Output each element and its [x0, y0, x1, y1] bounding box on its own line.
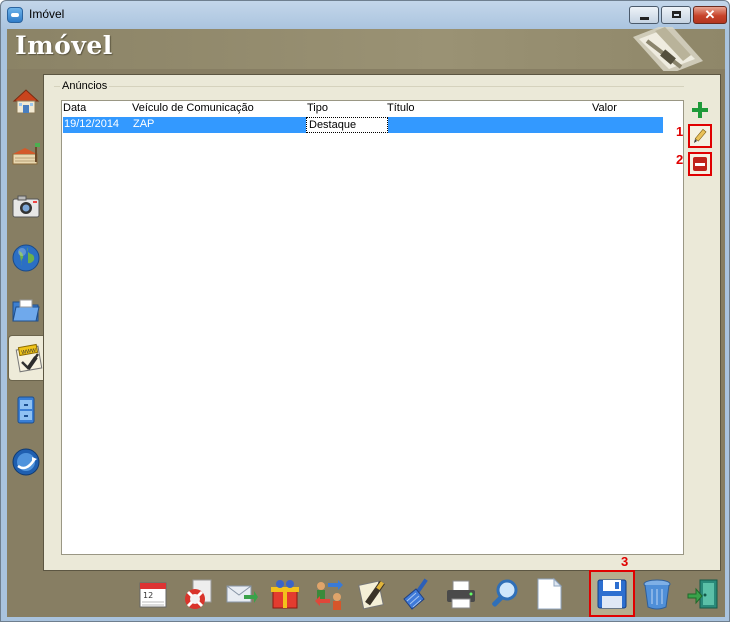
globe-arrow-icon — [12, 448, 40, 476]
remove-anuncio-button[interactable] — [688, 152, 712, 176]
search-button[interactable] — [487, 575, 523, 613]
delete-button[interactable] — [639, 575, 675, 613]
annotation-marker-2: 2 — [676, 152, 684, 167]
new-document-icon — [537, 577, 563, 610]
annotation-marker-1: 1 — [676, 124, 684, 139]
ruler-pencil-logo-icon — [633, 27, 703, 71]
sidebar-item-cabinet[interactable] — [8, 387, 44, 433]
land-sale-icon — [12, 143, 40, 165]
printer-icon — [447, 580, 475, 609]
maximize-button[interactable] — [661, 6, 691, 24]
calendar-day-label: 12 — [143, 591, 153, 600]
close-icon: ✕ — [704, 7, 716, 22]
www-certificate-icon: WWW — [15, 343, 42, 373]
save-button[interactable] — [589, 570, 635, 617]
magnifier-icon — [492, 579, 518, 607]
plus-icon — [692, 102, 708, 118]
help-button[interactable] — [179, 575, 215, 613]
column-header-tipo[interactable]: Tipo — [307, 102, 328, 114]
transfer-button[interactable] — [311, 575, 347, 613]
exit-door-icon — [687, 579, 718, 609]
cabinet-icon — [17, 396, 35, 424]
print-button[interactable] — [443, 575, 479, 613]
lifebuoy-icon — [185, 579, 212, 609]
close-button[interactable]: ✕ — [693, 6, 727, 24]
annotation-marker-3: 3 — [621, 554, 629, 569]
grid-header: Data Veículo de Comunicação Tipo Título … — [62, 101, 662, 116]
title-bar[interactable]: Imóvel ✕ — [1, 1, 729, 29]
minimize-icon — [640, 17, 649, 20]
sidebar-item-land[interactable] — [8, 131, 44, 177]
sidebar-item-documents[interactable] — [8, 287, 44, 333]
sign-contract-button[interactable] — [355, 575, 391, 613]
gift-icon — [271, 580, 299, 609]
send-mail-button[interactable] — [223, 575, 259, 613]
floppy-disk-icon — [597, 579, 627, 608]
transfer-users-icon — [315, 580, 343, 610]
edit-anuncio-button[interactable] — [688, 124, 712, 148]
folder-icon — [12, 299, 40, 322]
header-band: Imóvel — [7, 27, 725, 71]
add-anuncio-button[interactable] — [690, 100, 710, 120]
sidebar-item-web[interactable] — [8, 235, 44, 281]
cell-veiculo[interactable]: ZAP — [133, 118, 154, 130]
camera-icon — [12, 195, 40, 218]
column-header-titulo[interactable]: Título — [387, 102, 415, 114]
window-title: Imóvel — [29, 7, 65, 21]
exit-button[interactable] — [685, 575, 721, 613]
envelope-arrow-icon — [226, 585, 258, 603]
anuncios-grid[interactable]: Data Veículo de Comunicação Tipo Título … — [61, 100, 684, 555]
certificate-pen-icon — [358, 580, 385, 610]
group-divider — [54, 86, 684, 87]
sidebar-item-anuncios[interactable]: WWW — [8, 335, 46, 381]
sidebar-item-photos[interactable] — [8, 183, 44, 229]
anuncios-panel: Anúncios Data Veículo de Comunicação Tip… — [43, 74, 721, 571]
calendar-icon: 12 — [139, 582, 167, 608]
sidebar-item-globe-link[interactable] — [8, 439, 44, 485]
column-header-data[interactable]: Data — [63, 102, 86, 114]
app-window: Imóvel ✕ Imóvel WWW Anúncios Data Veícul… — [0, 0, 730, 622]
cell-data[interactable]: 19/12/2014 — [64, 118, 119, 130]
cell-tipo[interactable]: Destaque — [306, 117, 388, 133]
column-header-valor[interactable]: Valor — [592, 102, 617, 114]
broom-icon — [403, 578, 428, 610]
client-area: Imóvel WWW Anúncios Data Veículo de Comu… — [7, 27, 725, 617]
clear-button[interactable] — [399, 575, 435, 613]
gift-button[interactable] — [267, 575, 303, 613]
restore-icon — [672, 11, 681, 18]
new-button[interactable] — [531, 575, 567, 613]
column-header-veiculo[interactable]: Veículo de Comunicação — [132, 102, 254, 114]
minimize-button[interactable] — [629, 6, 659, 24]
pencil-icon — [694, 128, 707, 143]
bottom-toolbar: 12 3 — [7, 554, 725, 617]
globe-icon — [12, 244, 40, 272]
house-icon — [12, 89, 40, 114]
calendar-button[interactable]: 12 — [135, 575, 171, 613]
sidebar-item-house[interactable] — [8, 79, 44, 125]
table-row[interactable]: 19/12/2014 ZAP Destaque — [63, 117, 663, 133]
minus-icon — [693, 157, 707, 171]
page-title: Imóvel — [15, 31, 113, 60]
group-label-anuncios: Anúncios — [60, 80, 110, 92]
cloud-app-icon — [7, 7, 23, 23]
trash-icon — [643, 579, 671, 610]
